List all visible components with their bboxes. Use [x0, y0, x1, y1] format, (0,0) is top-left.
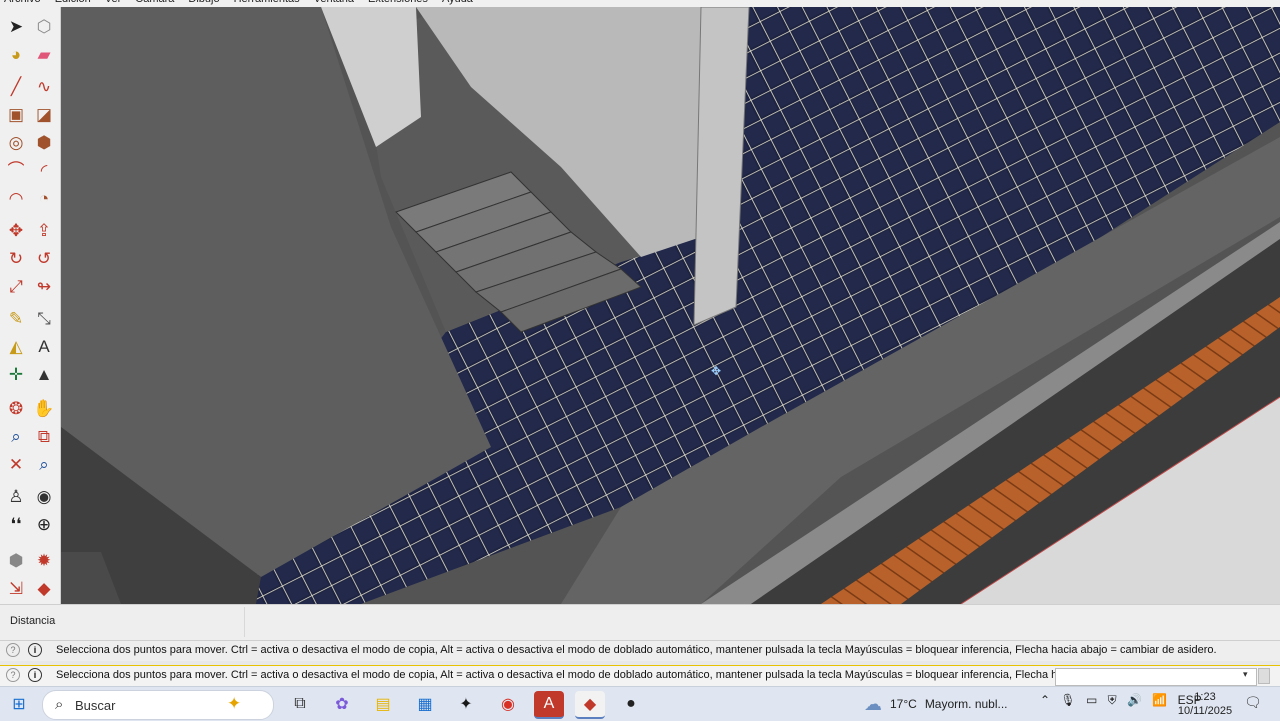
autocad-icon[interactable]: A — [534, 691, 564, 719]
search-input[interactable]: ⌕ Buscar ✦ — [42, 690, 274, 720]
info-icon[interactable]: i — [28, 668, 42, 682]
clock[interactable]: 1:23 10/11/2025 — [1176, 690, 1234, 718]
chevron-down-icon[interactable]: ▾ — [1243, 669, 1248, 680]
zoom-tool-icon[interactable]: ⌕ — [5, 425, 27, 447]
arc-tool-icon[interactable]: ⌒ — [5, 159, 27, 181]
chrome-icon[interactable]: ◉ — [493, 691, 523, 717]
status-message: Selecciona dos puntos para mover. Ctrl =… — [56, 644, 1217, 656]
freehand-tool-icon[interactable]: ∿ — [33, 75, 55, 97]
rectangle-tool-icon[interactable]: ▣ — [5, 103, 27, 125]
tool-palette: ➤ ⬡ ◕ ▰ ╱ ∿ ▣ ◪ ◎ ⬢ ⌒ ◜ ◠ ◔ ✥ ⇪ ↻ ↺ ⤢ ↬ ✎ ⤡ ◭ A ✛ ▲ ❂ ✋ ⌕ ⧉ ✕ ⌕ ♙ ◉ ❛❛ ⊕ ⬢ ✹ ⇲… — [0, 7, 61, 604]
rotate-tool-icon[interactable]: ↻ — [5, 247, 27, 269]
copilot-spark-icon: ✦ — [227, 694, 242, 713]
polygon-tool-icon[interactable]: ⬢ — [33, 131, 55, 153]
menu-item[interactable]: Cámara — [135, 0, 174, 5]
info-icon[interactable]: i — [28, 643, 42, 657]
zoom-window-icon[interactable]: ⧉ — [33, 425, 55, 447]
menu-item[interactable]: Herramientas — [234, 0, 300, 5]
measurements-panel: Distancia — [0, 604, 1280, 643]
status-bar-top: ? i Selecciona dos puntos para mover. Ct… — [0, 640, 1280, 661]
task-view-icon[interactable]: ⧉ — [285, 691, 315, 717]
push-pull-icon[interactable]: ⇪ — [33, 219, 55, 241]
sketchup-icon[interactable]: ◆ — [575, 691, 605, 719]
warehouse-icon[interactable]: ⬢ — [5, 549, 27, 571]
cloud-sun-icon: ☁ — [864, 693, 882, 714]
make-component-icon[interactable]: ⬡ — [33, 15, 55, 37]
menu-item[interactable]: Archivo — [4, 0, 41, 5]
tape-measure-icon[interactable]: ✎ — [5, 307, 27, 329]
move-cursor-icon: ✥ — [711, 364, 721, 378]
model-scene[interactable]: ✥ — [61, 7, 1280, 604]
menu-item[interactable]: Ventana — [314, 0, 354, 5]
wifi-icon[interactable]: 📶 — [1152, 693, 1167, 707]
windows-start-icon[interactable]: ⊞ — [4, 691, 34, 717]
send-to-layout-icon[interactable]: ⇲ — [5, 577, 27, 599]
position-camera-icon[interactable]: ♙ — [5, 485, 27, 507]
microsoft-store-icon[interactable]: ▦ — [410, 691, 440, 717]
microphone-icon[interactable]: 🎙 — [1060, 693, 1075, 707]
ruby-console-icon[interactable]: ◆ — [33, 577, 55, 599]
look-around-icon[interactable]: ◉ — [33, 485, 55, 507]
pan-tool-icon[interactable]: ✋ — [33, 397, 55, 419]
3d-text-icon[interactable]: ▲ — [33, 363, 55, 385]
3d-viewport[interactable]: ✥ — [61, 7, 1280, 604]
notification-icon[interactable]: 🗨 — [1244, 694, 1262, 711]
measurements-label: Distancia — [10, 615, 56, 627]
file-explorer-icon[interactable]: ▤ — [368, 691, 398, 717]
menu-item[interactable]: Ver — [105, 0, 122, 5]
offset-tool-icon[interactable]: ↬ — [33, 275, 55, 297]
text-tool-icon[interactable]: A — [33, 335, 55, 357]
clock-date: 10/11/2025 — [1177, 705, 1233, 717]
pie-tool-icon[interactable]: ◔ — [33, 187, 55, 209]
rotated-rectangle-icon[interactable]: ◪ — [33, 103, 55, 125]
line-tool-icon[interactable]: ╱ — [5, 75, 27, 97]
axes-tool-icon[interactable]: ✛ — [5, 363, 27, 385]
security-icon[interactable]: ⛨ — [1108, 693, 1117, 707]
two-point-arc-icon[interactable]: ◜ — [33, 159, 55, 181]
zoom-previous-icon[interactable]: ⌕ — [33, 453, 55, 475]
weather-widget[interactable]: ☁ 17°C Mayorm. nubl... — [864, 691, 1008, 717]
dropbox-icon[interactable]: ✦ — [451, 691, 481, 717]
copilot-icon[interactable]: ✿ — [327, 691, 357, 717]
move-tool-icon[interactable]: ✥ — [5, 219, 27, 241]
menu-item[interactable]: Dibujo — [188, 0, 219, 5]
orbit-tool-icon[interactable]: ❂ — [5, 397, 27, 419]
taskbar: ⊞ ⌕ Buscar ✦ ⧉ ✿ ▤ ▦ ✦ ◉ A ◆ ● ☁ 17°C Mayorm. nu… — [0, 686, 1280, 721]
display-icon[interactable]: ▭ — [1086, 693, 1097, 707]
help-icon[interactable]: ? — [6, 668, 20, 682]
search-icon: ⌕ — [55, 696, 64, 713]
menu-bar: Archivo Edición Ver Cámara Dibujo Herramienta… — [0, 0, 1280, 7]
circle-tool-icon[interactable]: ◎ — [5, 131, 27, 153]
scrollbar[interactable] — [1258, 668, 1270, 684]
select-tool-icon[interactable]: ➤ — [5, 15, 27, 37]
menu-item[interactable]: Ayuda — [442, 0, 473, 5]
scale-tool-icon[interactable]: ⤢ — [5, 275, 27, 297]
search-placeholder: Buscar — [75, 698, 116, 713]
eraser-icon[interactable]: ▰ — [33, 43, 55, 65]
menu-items: Archivo Edición Ver Cámara Dibujo Herramienta… — [4, 0, 487, 5]
chevron-up-icon[interactable]: ⌃ — [1040, 693, 1050, 707]
section-plane-icon[interactable]: ⊕ — [33, 513, 55, 535]
paint-bucket-icon[interactable]: ◕ — [5, 43, 27, 65]
weather-temp: 17°C — [890, 697, 917, 711]
zoom-extents-icon[interactable]: ✕ — [5, 453, 27, 475]
obs-icon[interactable]: ● — [616, 691, 646, 717]
extension-warehouse-icon[interactable]: ✹ — [33, 549, 55, 571]
dimension-tool-icon[interactable]: ⤡ — [33, 307, 55, 329]
weather-text: Mayorm. nubl... — [924, 697, 1008, 711]
volume-icon[interactable]: 🔊 — [1127, 693, 1142, 707]
value-control-box[interactable] — [1055, 668, 1257, 686]
status-bar-bottom: ? i Selecciona dos puntos para mover. Ct… — [0, 665, 1280, 686]
menu-item[interactable]: Edición — [55, 0, 91, 5]
menu-item[interactable]: Extensiones — [368, 0, 428, 5]
follow-me-icon[interactable]: ↺ — [33, 247, 55, 269]
protractor-icon[interactable]: ◭ — [5, 335, 27, 357]
walk-tool-icon[interactable]: ❛❛ — [5, 513, 27, 535]
help-icon[interactable]: ? — [6, 643, 20, 657]
status-message: Selecciona dos puntos para mover. Ctrl =… — [56, 669, 1117, 681]
three-point-arc-icon[interactable]: ◠ — [5, 187, 27, 209]
clock-time: 1:23 — [1194, 691, 1216, 703]
